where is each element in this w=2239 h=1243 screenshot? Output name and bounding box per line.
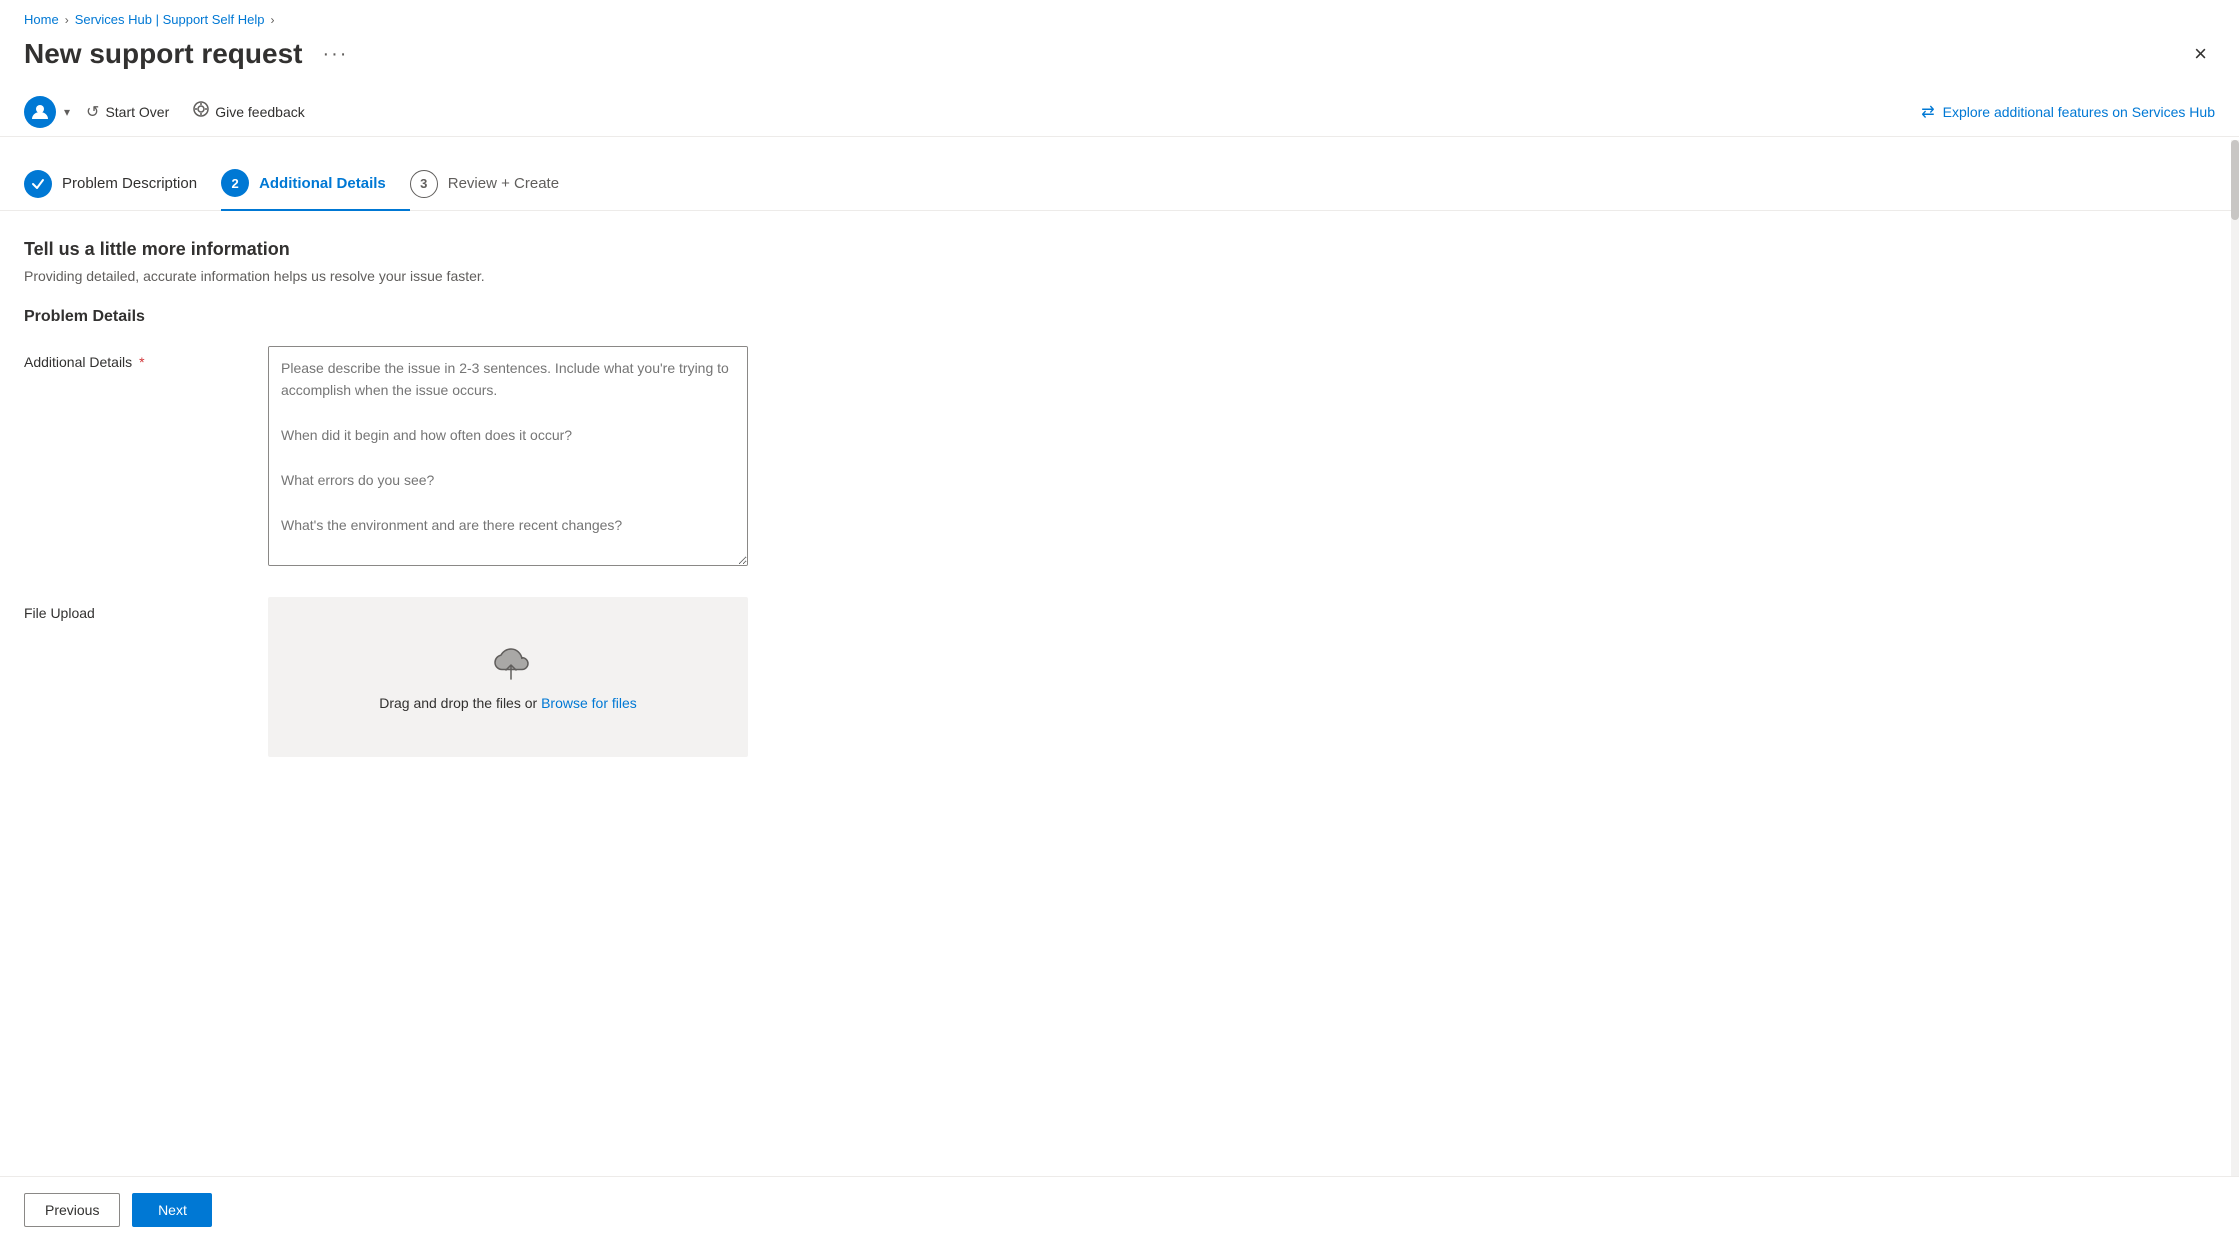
file-upload-control: Drag and drop the files or Browse for fi… (268, 597, 748, 757)
explore-features-link[interactable]: ⇄ Explore additional features on Service… (1921, 102, 2215, 122)
problem-details-title: Problem Details (24, 308, 2215, 326)
file-upload-label: File Upload (24, 597, 244, 621)
bottom-navigation: Previous Next (0, 1176, 2239, 1243)
toolbar-left: ▾ ↺ Start Over Give feedback (24, 95, 313, 128)
user-avatar (24, 96, 56, 128)
give-feedback-button[interactable]: Give feedback (185, 95, 313, 128)
additional-details-label: Additional Details * (24, 346, 244, 370)
explore-icon: ⇄ (1921, 102, 1934, 122)
toolbar: ▾ ↺ Start Over Give feedback ⇄ Explor (0, 87, 2239, 137)
breadcrumb-sep-1: › (65, 13, 69, 27)
step-2-label: Additional Details (259, 175, 386, 192)
feedback-svg-icon (193, 101, 209, 117)
page-header: New support request ··· × (0, 33, 2239, 87)
stepper: Problem Description 2 Additional Details… (0, 141, 2239, 211)
file-upload-zone[interactable]: Drag and drop the files or Browse for fi… (268, 597, 748, 757)
file-upload-row: File Upload Drag and drop the files or B… (24, 597, 2215, 757)
feedback-icon (193, 101, 209, 122)
scrollbar-track (2231, 140, 2239, 1183)
previous-button[interactable]: Previous (24, 1193, 120, 1227)
next-button[interactable]: Next (132, 1193, 212, 1227)
checkmark-icon (31, 177, 45, 191)
start-over-icon: ↺ (86, 102, 99, 122)
scrollbar-thumb[interactable] (2231, 140, 2239, 220)
feedback-label: Give feedback (215, 104, 305, 120)
upload-text: Drag and drop the files or Browse for fi… (379, 695, 637, 711)
explore-label: Explore additional features on Services … (1943, 104, 2215, 120)
required-indicator: * (139, 354, 144, 370)
additional-details-control (268, 346, 748, 569)
step-1-problem-description[interactable]: Problem Description (24, 158, 221, 210)
step-1-circle (24, 170, 52, 198)
breadcrumb-home[interactable]: Home (24, 12, 59, 27)
main-content: Tell us a little more information Provid… (0, 211, 2239, 1204)
start-over-label: Start Over (105, 104, 169, 120)
browse-files-link[interactable]: Browse for files (541, 695, 637, 711)
step-1-label: Problem Description (62, 175, 197, 192)
user-icon (31, 103, 49, 121)
more-options-button[interactable]: ··· (314, 39, 356, 70)
additional-details-textarea[interactable] (268, 346, 748, 566)
section-subtitle: Providing detailed, accurate information… (24, 268, 2215, 284)
step-3-review-create[interactable]: 3 Review + Create (410, 158, 583, 210)
cloud-upload-icon (484, 643, 532, 683)
step-2-additional-details[interactable]: 2 Additional Details (221, 157, 410, 211)
user-dropdown-arrow[interactable]: ▾ (64, 105, 70, 119)
additional-details-row: Additional Details * (24, 346, 2215, 569)
start-over-button[interactable]: ↺ Start Over (78, 96, 177, 128)
page-title-row: New support request ··· (24, 38, 356, 70)
step-3-circle: 3 (410, 170, 438, 198)
close-button[interactable]: × (2186, 37, 2215, 71)
breadcrumb-services-hub[interactable]: Services Hub | Support Self Help (75, 12, 265, 27)
breadcrumb-sep-2: › (271, 13, 275, 27)
section-title: Tell us a little more information (24, 239, 2215, 260)
breadcrumb: Home › Services Hub | Support Self Help … (0, 0, 2239, 33)
step-2-circle: 2 (221, 169, 249, 197)
page-title: New support request (24, 38, 302, 70)
step-3-label: Review + Create (448, 175, 559, 192)
